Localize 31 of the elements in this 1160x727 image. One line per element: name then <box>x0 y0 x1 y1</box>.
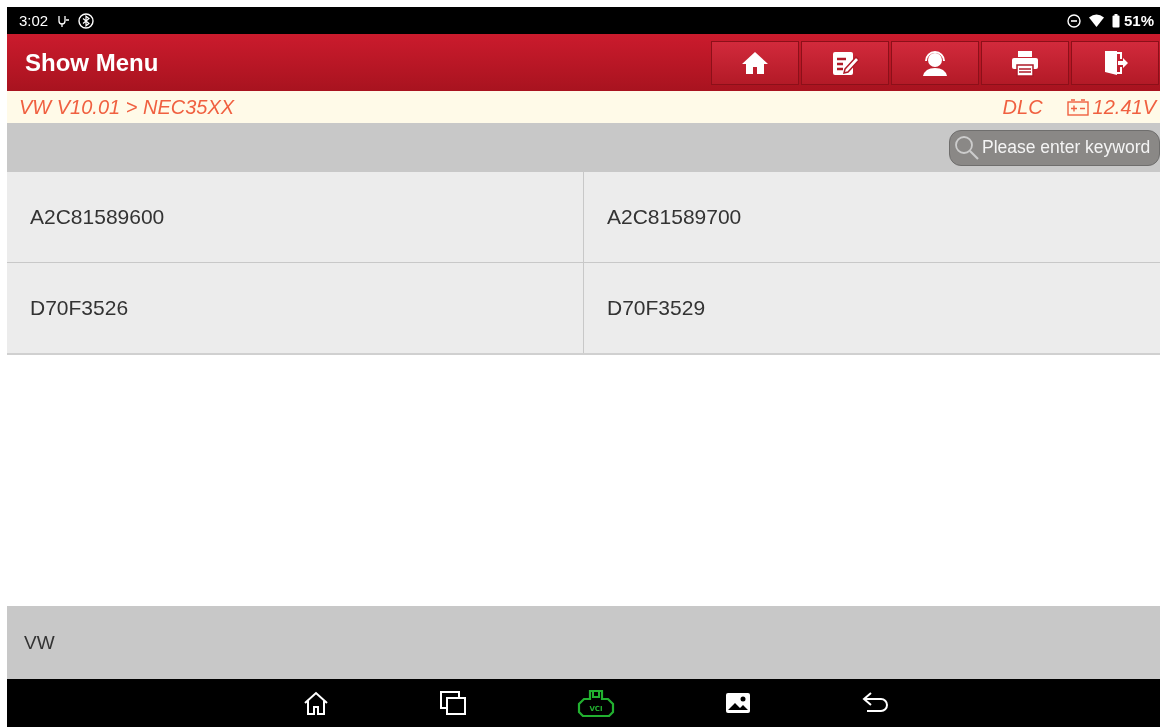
bluetooth-icon <box>78 12 95 29</box>
do-not-disturb-icon <box>1066 13 1081 28</box>
breadcrumb-path: VW V10.01 > NEC35XX <box>19 95 235 119</box>
house-icon <box>741 49 769 76</box>
edit-report-button[interactable] <box>801 40 889 85</box>
home-button[interactable] <box>711 40 799 85</box>
exit-button[interactable] <box>1071 40 1159 85</box>
home-icon[interactable] <box>303 690 329 716</box>
footer-label: VW <box>24 631 55 654</box>
printer-icon <box>1011 48 1039 77</box>
status-time: 3:02 <box>19 12 49 29</box>
search-icon <box>954 134 980 161</box>
recent-apps-icon[interactable] <box>439 690 467 716</box>
menu-item[interactable]: D70F3526 <box>7 263 583 353</box>
search-field[interactable]: Please enter keyword <box>949 129 1160 166</box>
voltage-reading: 12.41V <box>1092 95 1156 119</box>
usb-debug-icon <box>56 13 71 28</box>
battery-icon <box>1111 13 1120 28</box>
connection-label: DLC <box>1002 95 1043 119</box>
print-button[interactable] <box>981 40 1069 85</box>
menu-item[interactable]: A2C81589700 <box>584 172 1160 262</box>
menu-item[interactable]: A2C81589600 <box>7 172 583 262</box>
gallery-icon[interactable] <box>725 691 751 715</box>
back-icon[interactable] <box>861 691 889 715</box>
battery-percent: 51% <box>1123 12 1154 29</box>
wifi-icon <box>1088 14 1104 27</box>
battery-voltage-icon <box>1066 98 1089 116</box>
menu-item[interactable]: D70F3529 <box>584 263 1160 353</box>
headset-person-icon <box>920 48 950 77</box>
page-title: Show Menu <box>25 48 160 77</box>
support-button[interactable] <box>891 40 979 85</box>
